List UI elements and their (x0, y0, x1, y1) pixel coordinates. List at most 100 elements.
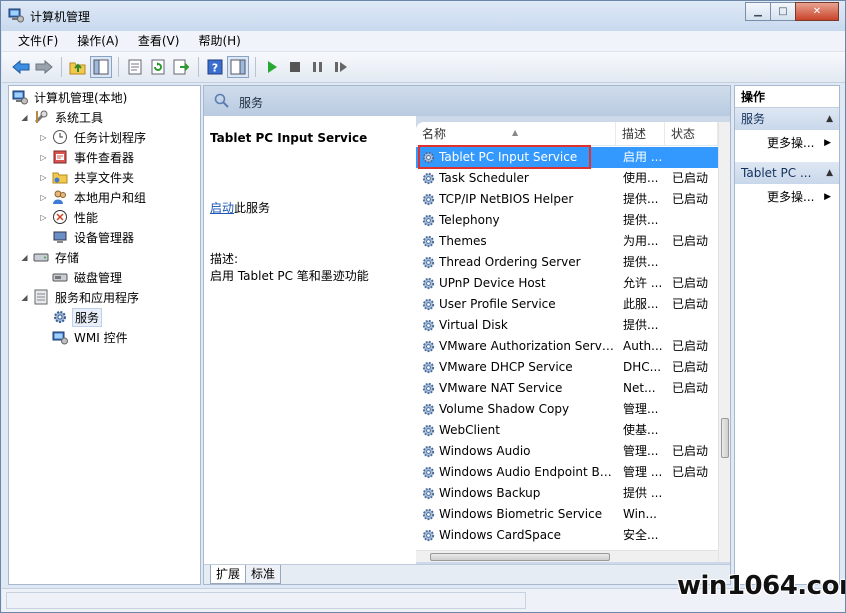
tree-item-services-apps[interactable]: ◢ 服务和应用程序 (19, 287, 141, 307)
actions-section-services[interactable]: 服务 ▲ (735, 108, 839, 130)
tree-item-storage[interactable]: ◢ 存储 (19, 247, 81, 267)
start-service-button[interactable] (261, 56, 283, 78)
toolbar-separator (61, 57, 62, 77)
service-row[interactable]: Telephony 提供... (416, 210, 718, 231)
column-header-description[interactable]: 描述 (616, 122, 665, 146)
minimize-button[interactable]: ▁ (745, 2, 771, 21)
expand-icon[interactable]: ▷ (38, 133, 49, 142)
gear-icon (422, 445, 435, 458)
horizontal-scrollbar[interactable] (416, 550, 718, 562)
service-row[interactable]: Windows CardSpace 安全... (416, 525, 718, 546)
gear-icon (422, 529, 435, 542)
expand-icon[interactable]: ▷ (38, 173, 49, 182)
service-row[interactable]: Tablet PC Input Service 启用 ... (416, 145, 718, 169)
show-hide-tree-button[interactable] (90, 56, 112, 78)
service-row[interactable]: Virtual Disk 提供... (416, 315, 718, 336)
refresh-button[interactable] (147, 56, 169, 78)
expand-icon[interactable]: ▷ (38, 153, 49, 162)
toolbar-separator (118, 57, 119, 77)
restart-service-button[interactable] (330, 56, 352, 78)
service-row[interactable]: User Profile Service 此服... 已启动 (416, 294, 718, 315)
menu-file[interactable]: 文件(F) (8, 31, 67, 52)
service-row[interactable]: Task Scheduler 使用... 已启动 (416, 168, 718, 189)
forward-button[interactable] (33, 56, 55, 78)
description-text: 启用 Tablet PC 笔和墨迹功能 (210, 269, 369, 283)
restart-service-icon (335, 62, 347, 72)
expand-icon[interactable]: ▷ (38, 213, 49, 222)
service-row[interactable]: UPnP Device Host 允许 ... 已启动 (416, 273, 718, 294)
collapse-icon[interactable]: ▲ (826, 162, 833, 184)
service-row[interactable]: Thread Ordering Server 提供... (416, 252, 718, 273)
help-button[interactable]: ? (204, 56, 226, 78)
collapse-icon[interactable]: ▲ (826, 108, 833, 130)
column-header-status[interactable]: 状态 (665, 122, 718, 146)
up-one-level-button[interactable] (67, 56, 89, 78)
more-actions-selected-service[interactable]: 更多操... ▶ (735, 187, 839, 207)
computer-management-icon (8, 8, 24, 23)
expand-icon[interactable]: ▷ (38, 193, 49, 202)
service-row[interactable]: Volume Shadow Copy 管理... (416, 399, 718, 420)
up-folder-icon (69, 62, 86, 75)
service-name: TCP/IP NetBIOS Helper (439, 192, 574, 206)
gear-icon (422, 193, 435, 206)
maximize-button[interactable]: □ (770, 2, 796, 21)
service-row[interactable]: Windows Biometric Service Win... (416, 504, 718, 525)
vertical-scrollbar[interactable] (718, 122, 730, 562)
service-row[interactable]: Windows Backup 提供 ... (416, 483, 718, 504)
service-row[interactable]: VMware DHCP Service DHC... 已启动 (416, 357, 718, 378)
horizontal-scroll-thumb[interactable] (430, 553, 610, 561)
toolbar-separator (198, 57, 199, 77)
tree-item-services[interactable]: 服务 (52, 307, 103, 327)
back-button[interactable] (10, 56, 32, 78)
show-hide-action-pane-button[interactable] (227, 56, 249, 78)
menu-action[interactable]: 操作(A) (67, 31, 128, 52)
tree-item-root[interactable]: 计算机管理(本地) (12, 87, 129, 107)
stop-service-button[interactable] (284, 56, 306, 78)
collapse-icon[interactable]: ◢ (19, 293, 30, 302)
service-status: 已启动 (672, 465, 709, 479)
tab-standard[interactable]: 标准 (245, 565, 282, 584)
service-row[interactable]: Windows Audio Endpoint Bu... 管理 ... 已启动 (416, 462, 718, 483)
service-row[interactable]: VMware Authorization Service Auth... 已启动 (416, 336, 718, 357)
column-header-name[interactable]: 名称 ▲ (416, 122, 616, 146)
title-bar[interactable]: 计算机管理 ▁ □ ✕ (1, 1, 845, 31)
start-service-link[interactable]: 启动 (210, 201, 234, 215)
collapse-icon[interactable]: ◢ (19, 113, 30, 122)
tree-item-performance[interactable]: ▷ 性能 (38, 207, 100, 227)
menu-view[interactable]: 查看(V) (128, 31, 189, 52)
services-pane: 服务 Tablet PC Input Service 启动此服务 描述: 启用 … (203, 85, 731, 585)
tree-item-event-viewer[interactable]: ▷ 事件查看器 (38, 147, 136, 167)
service-row[interactable]: TCP/IP NetBIOS Helper 提供... 已启动 (416, 189, 718, 210)
tree-item-local-users[interactable]: ▷ 本地用户和组 (38, 187, 148, 207)
tree-item-task-scheduler[interactable]: ▷ 任务计划程序 (38, 127, 148, 147)
gear-icon (422, 214, 435, 227)
start-service-line: 启动此服务 (210, 199, 270, 216)
pause-service-button[interactable] (307, 56, 329, 78)
service-row[interactable]: VMware NAT Service Net... 已启动 (416, 378, 718, 399)
column-label: 描述 (622, 127, 647, 141)
event-viewer-icon (53, 150, 67, 164)
tab-extended[interactable]: 扩展 (210, 565, 247, 584)
service-row[interactable]: Windows Audio 管理... 已启动 (416, 441, 718, 462)
service-description: 使基... (623, 423, 659, 437)
close-button[interactable]: ✕ (795, 2, 839, 21)
menu-help[interactable]: 帮助(H) (188, 31, 249, 52)
service-row[interactable]: WebClient 使基... (416, 420, 718, 441)
tree-item-system-tools[interactable]: ◢ 系统工具 (19, 107, 105, 127)
service-row[interactable]: Themes 为用... 已启动 (416, 231, 718, 252)
properties-button[interactable] (124, 56, 146, 78)
collapse-icon[interactable]: ◢ (19, 253, 30, 262)
more-actions-services[interactable]: 更多操... ▶ (735, 133, 839, 153)
highlight-box (418, 145, 591, 169)
tree-item-device-manager[interactable]: 设备管理器 (52, 227, 136, 247)
service-name: WebClient (439, 423, 500, 437)
tree-item-wmi[interactable]: WMI 控件 (52, 327, 130, 347)
service-description: 管理 ... (623, 465, 663, 479)
actions-section-selected-service[interactable]: Tablet PC ... ▲ (735, 162, 839, 184)
export-list-button[interactable] (170, 56, 192, 78)
search-gear-icon (214, 93, 229, 108)
vertical-scroll-thumb[interactable] (721, 418, 729, 458)
tree-item-disk-management[interactable]: 磁盘管理 (52, 267, 124, 287)
tree-item-shared-folders[interactable]: ▷ 共享文件夹 (38, 167, 136, 187)
submenu-arrow-icon: ▶ (824, 192, 831, 202)
